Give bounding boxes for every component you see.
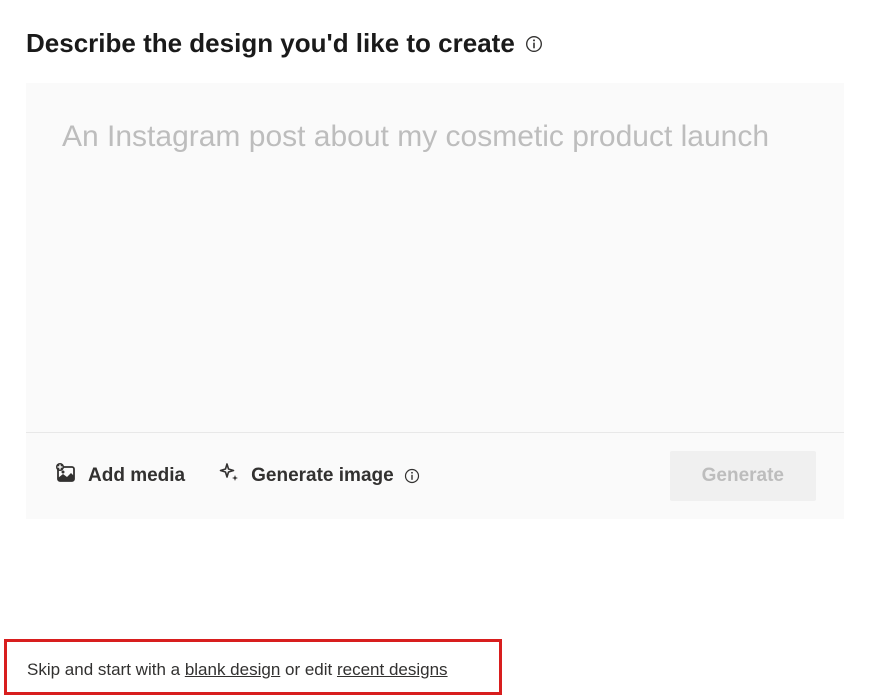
generate-image-button[interactable]: Generate image [217,461,420,491]
prompt-input[interactable] [62,115,808,395]
page-title: Describe the design you'd like to create [26,28,515,59]
generate-button[interactable]: Generate [670,451,816,501]
skip-text: Skip and start with a blank design or ed… [27,660,448,679]
generate-image-label: Generate image [251,465,394,487]
add-media-icon [54,461,78,491]
prompt-box [26,83,844,432]
add-media-button[interactable]: Add media [54,461,185,491]
header: Describe the design you'd like to create [0,0,870,75]
info-icon[interactable] [525,35,543,53]
add-media-label: Add media [88,465,185,487]
blank-design-link[interactable]: blank design [185,660,280,679]
skip-highlight-box: Skip and start with a blank design or ed… [4,639,502,695]
skip-prefix: Skip and start with a [27,660,185,679]
recent-designs-link[interactable]: recent designs [337,660,448,679]
sparkle-icon [217,461,241,491]
info-icon[interactable] [404,468,420,484]
toolbar: Add media Generate image Generate [26,432,844,519]
skip-middle: or edit [280,660,337,679]
